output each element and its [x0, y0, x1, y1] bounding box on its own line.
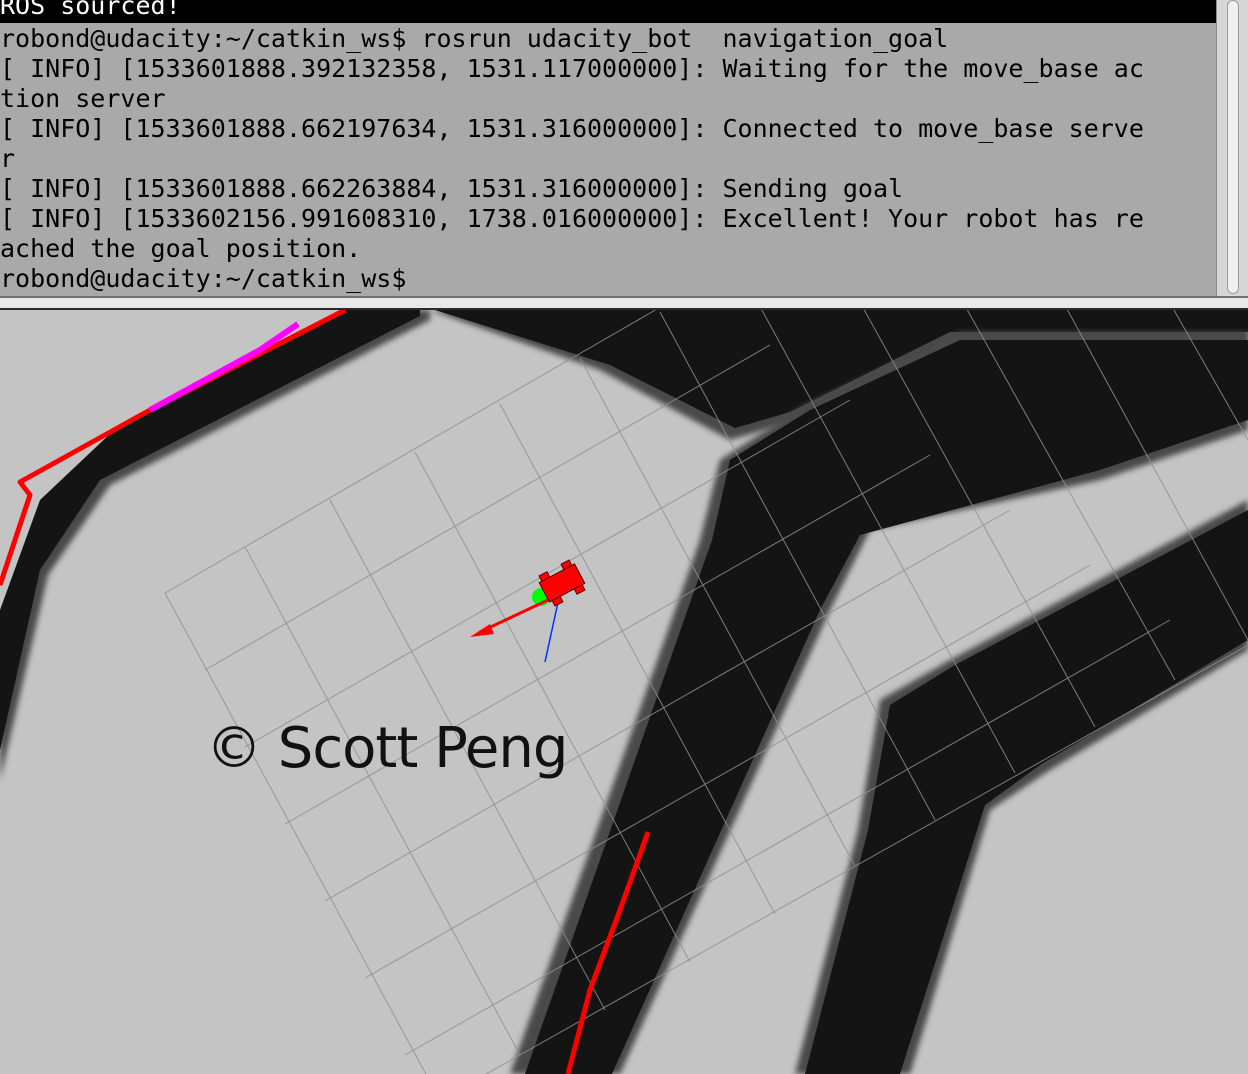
terminal-line-info-reached: [ INFO] [1533602156.991608310, 1738.0160…: [0, 204, 1144, 233]
terminal-line-command: robond@udacity:~/catkin_ws$ rosrun udaci…: [0, 24, 949, 53]
watermark-text: © Scott Peng: [206, 716, 568, 781]
terminal-output: robond@udacity:~/catkin_ws$ rosrun udaci…: [0, 24, 1216, 294]
scrollbar-thumb[interactable]: [1227, 0, 1239, 294]
terminal-line-info-connected: [ INFO] [1533601888.662197634, 1531.3160…: [0, 114, 1144, 143]
terminal-line-info-waiting-wrap: tion server: [0, 84, 166, 113]
terminal-scrollbar[interactable]: [1216, 0, 1248, 300]
terminal-line-info-reached-wrap: ached the goal position.: [0, 234, 362, 263]
terminal-top-line: ROS sourced!: [0, 0, 1216, 23]
terminal-line-info-sending: [ INFO] [1533601888.662263884, 1531.3160…: [0, 174, 904, 203]
terminal-line-info-connected-wrap: r: [0, 144, 16, 173]
terminal-header-text: ROS sourced!: [0, 0, 181, 20]
pane-divider[interactable]: [0, 296, 1248, 310]
terminal-window[interactable]: ROS sourced! robond@udacity:~/catkin_ws$…: [0, 0, 1216, 296]
terminal-prompt[interactable]: robond@udacity:~/catkin_ws$: [0, 264, 1216, 294]
rviz-3d-view[interactable]: © Scott Peng: [0, 310, 1248, 1074]
terminal-line-info-waiting: [ INFO] [1533601888.392132358, 1531.1170…: [0, 54, 1144, 83]
map-canvas[interactable]: [0, 310, 1248, 1074]
